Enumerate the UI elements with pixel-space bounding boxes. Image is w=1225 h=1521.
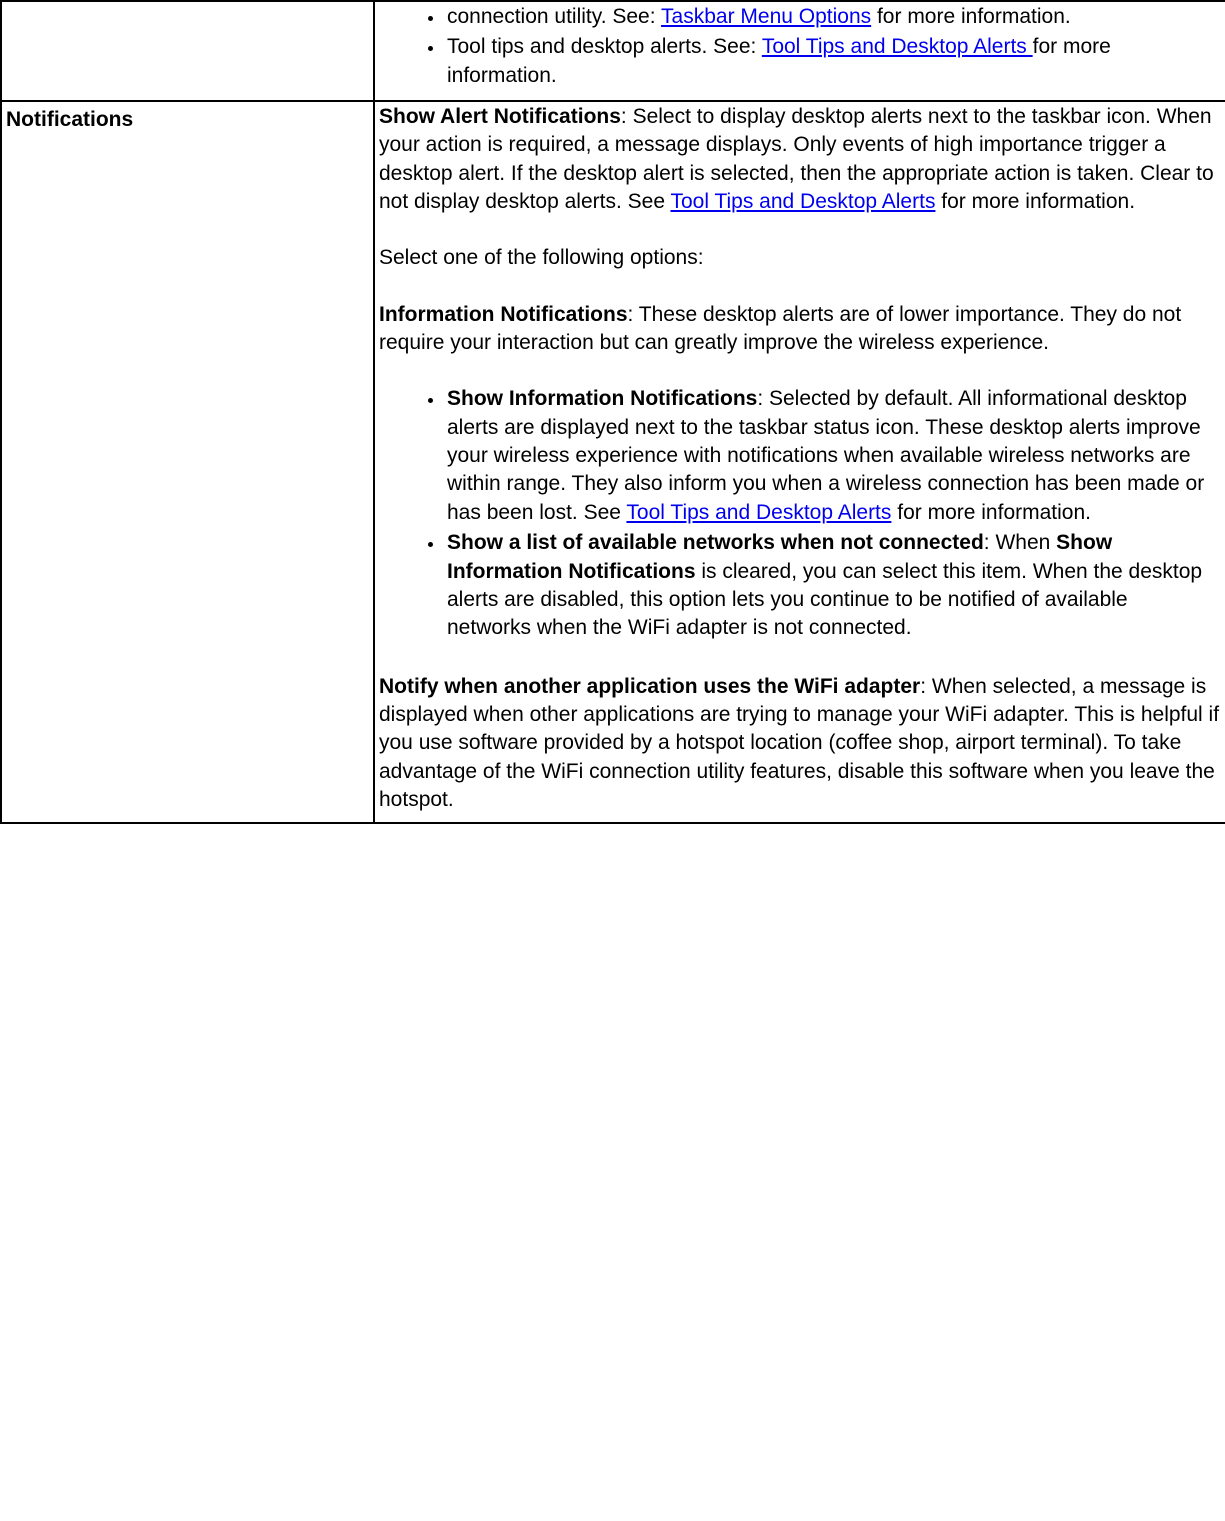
text: Tool tips and desktop alerts. See:	[447, 35, 762, 58]
settings-table: connection utility. See: Taskbar Menu Op…	[0, 0, 1225, 824]
notify-other-app-paragraph: Notify when another application uses the…	[379, 673, 1221, 815]
show-alert-notifications-heading: Show Alert Notifications	[379, 105, 621, 128]
top-bullet-list: connection utility. See: Taskbar Menu Op…	[379, 3, 1221, 90]
show-information-notifications-heading: Show Information Notifications	[447, 387, 757, 410]
tool-tips-desktop-alerts-link[interactable]: Tool Tips and Desktop Alerts	[762, 35, 1033, 58]
select-options-paragraph: Select one of the following options:	[379, 244, 1221, 272]
text: connection utility. See:	[447, 5, 661, 28]
list-item: Show Information Notifications: Selected…	[445, 385, 1211, 527]
text: : When	[984, 531, 1056, 554]
list-item: connection utility. See: Taskbar Menu Op…	[445, 3, 1211, 31]
list-item: Tool tips and desktop alerts. See: Tool …	[445, 33, 1211, 90]
notifications-label: Notifications	[6, 108, 133, 131]
row-content-cell: connection utility. See: Taskbar Menu Op…	[374, 1, 1225, 101]
taskbar-menu-options-link[interactable]: Taskbar Menu Options	[661, 5, 871, 28]
tool-tips-desktop-alerts-link[interactable]: Tool Tips and Desktop Alerts	[626, 501, 891, 524]
list-item: Show a list of available networks when n…	[445, 529, 1211, 642]
text: for more information.	[891, 501, 1091, 524]
row-label-cell: Notifications	[1, 101, 374, 823]
table-row: connection utility. See: Taskbar Menu Op…	[1, 1, 1225, 101]
info-notifications-list: Show Information Notifications: Selected…	[379, 385, 1221, 642]
row-label-cell	[1, 1, 374, 101]
information-notifications-heading: Information Notifications	[379, 303, 628, 326]
table-row: Notifications Show Alert Notifications: …	[1, 101, 1225, 823]
notify-other-app-heading: Notify when another application uses the…	[379, 675, 920, 698]
tool-tips-desktop-alerts-link[interactable]: Tool Tips and Desktop Alerts	[670, 190, 935, 213]
show-available-networks-heading: Show a list of available networks when n…	[447, 531, 984, 554]
information-notifications-paragraph: Information Notifications: These desktop…	[379, 301, 1221, 358]
show-alert-notifications-paragraph: Show Alert Notifications: Select to disp…	[379, 103, 1221, 216]
row-content-cell: Show Alert Notifications: Select to disp…	[374, 101, 1225, 823]
text: for more information.	[935, 190, 1135, 213]
text: for more information.	[871, 5, 1071, 28]
